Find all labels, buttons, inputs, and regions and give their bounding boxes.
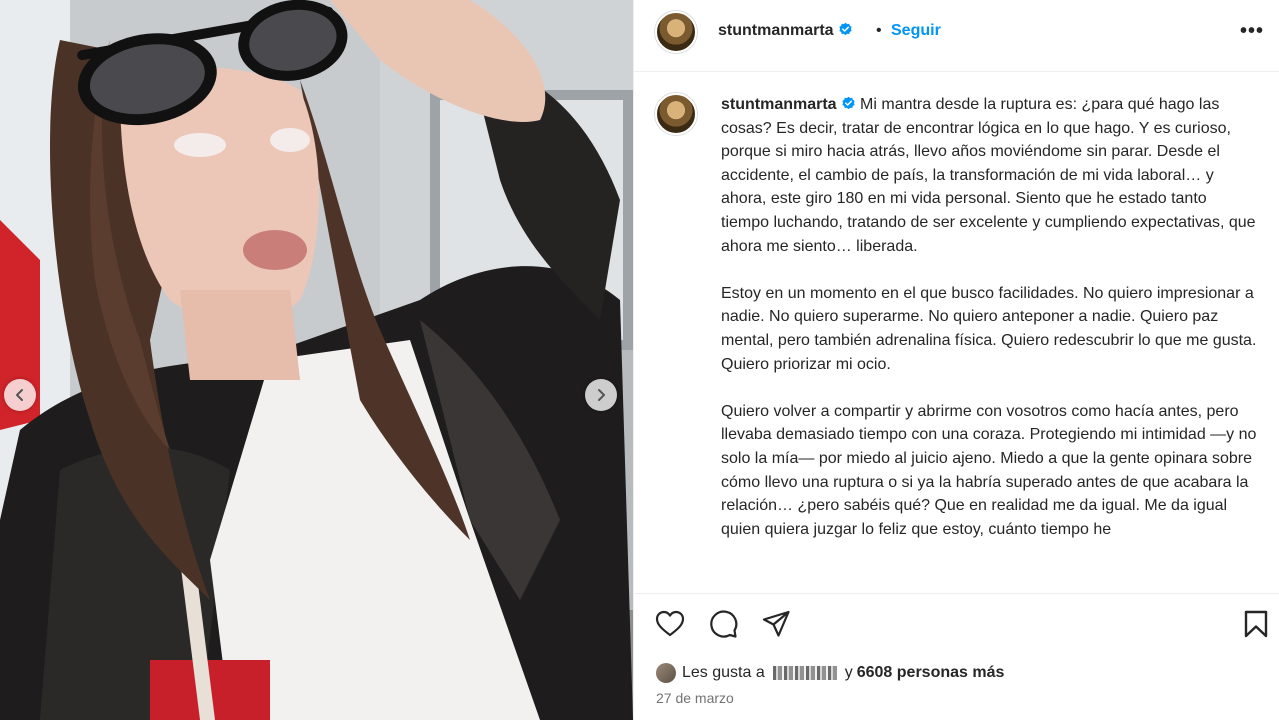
caption-text-2: Estoy en un momento en el que busco faci… (721, 284, 1257, 373)
likes-connector: y (844, 664, 853, 681)
caption-paragraph: stuntmanmarta Mi mantra desde la ruptura… (721, 93, 1257, 258)
action-bar (634, 593, 1279, 653)
post-date[interactable]: 27 de marzo (656, 690, 734, 706)
photo-next-button[interactable] (585, 379, 617, 411)
photo-prev-button[interactable] (4, 379, 36, 411)
caption-text-1: Mi mantra desde la ruptura es: ¿para qué… (721, 96, 1256, 255)
post-details-panel: stuntmanmarta • Seguir ••• stuntmanmarta… (633, 0, 1279, 720)
caption-text-3: Quiero volver a compartir y abrirme con … (721, 402, 1257, 538)
post-caption: stuntmanmarta Mi mantra desde la ruptura… (721, 93, 1257, 541)
avatar[interactable] (655, 11, 697, 53)
redacted-username (772, 666, 837, 680)
post-photo[interactable] (0, 0, 633, 720)
likes-summary[interactable]: Les gusta a y 6608 personas más (656, 663, 1004, 683)
like-button[interactable] (654, 608, 686, 640)
more-options-button[interactable]: ••• (1240, 21, 1266, 42)
verified-badge-icon (838, 22, 852, 36)
header-separator: • (876, 22, 882, 39)
verified-badge-icon (841, 96, 855, 110)
header-username-text[interactable]: stuntmanmarta (718, 22, 834, 39)
follow-button[interactable]: Seguir (891, 22, 941, 40)
chevron-right-icon (598, 389, 605, 401)
save-button[interactable] (1240, 608, 1272, 640)
send-icon (762, 610, 790, 637)
likes-prefix: Les gusta a (682, 664, 765, 681)
caption-username[interactable]: stuntmanmarta (721, 96, 837, 113)
comment-button[interactable] (707, 608, 739, 640)
caption-area[interactable]: stuntmanmarta Mi mantra desde la ruptura… (634, 73, 1279, 593)
header-username[interactable]: stuntmanmarta (718, 22, 853, 40)
caption-avatar[interactable] (655, 93, 697, 135)
share-button[interactable] (760, 608, 792, 640)
chevron-left-icon (16, 389, 23, 401)
likes-count[interactable]: 6608 personas más (857, 664, 1005, 682)
bookmark-icon (1244, 610, 1268, 638)
heart-icon (655, 610, 685, 637)
post-header: stuntmanmarta • Seguir ••• (634, 0, 1279, 72)
liker-avatar (656, 663, 676, 683)
photo-illustration (0, 0, 633, 720)
comment-icon (710, 610, 738, 638)
